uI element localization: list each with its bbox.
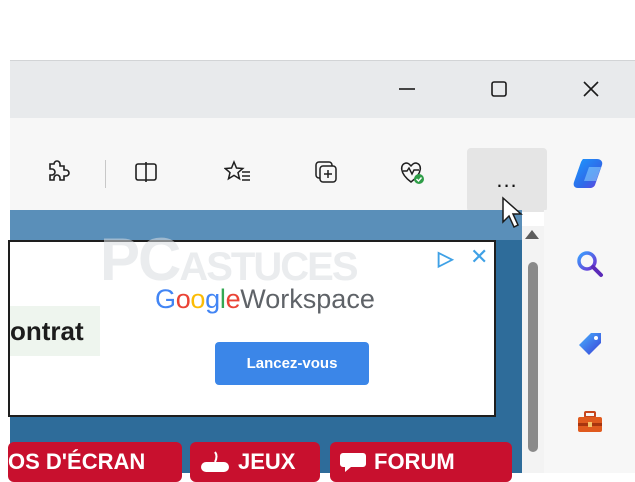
browser-essentials-icon [401, 162, 424, 184]
google-wordmark: Google [155, 284, 241, 314]
ad-close-button[interactable]: ✕ [470, 244, 488, 270]
nav-item-screenshots[interactable]: OS D'ÉCRAN [8, 442, 182, 482]
favorites-icon [224, 160, 250, 181]
gamepad-icon [201, 451, 229, 472]
sidebar-tools-button[interactable] [568, 400, 612, 444]
collections-icon [315, 161, 337, 183]
ad-cta-button[interactable]: Lancez-vous [215, 342, 369, 385]
extensions-button[interactable] [36, 150, 80, 194]
collections-button[interactable] [304, 150, 348, 194]
maximize-icon [491, 81, 507, 97]
desktop-background [0, 0, 635, 60]
more-icon: ... [496, 167, 518, 192]
toolbar-divider [105, 160, 106, 188]
nav-item-forum[interactable]: FORUM [330, 442, 512, 482]
close-window-button[interactable] [566, 62, 616, 116]
close-icon [583, 81, 599, 97]
nav-item-games[interactable]: JEUX [190, 442, 320, 482]
copilot-button[interactable] [566, 148, 616, 198]
copilot-icon [573, 159, 603, 188]
favorites-button[interactable] [216, 150, 260, 194]
maximize-button[interactable] [474, 62, 524, 116]
toolbox-icon [578, 411, 602, 432]
chat-bubble-icon [340, 453, 366, 472]
scrollbar-thumb[interactable] [528, 262, 538, 452]
search-icon [577, 251, 603, 277]
title-bar [10, 60, 635, 119]
ad-contract-text: ontrat [10, 306, 100, 356]
adchoices-icon[interactable]: ▷ [438, 246, 453, 271]
sidebar-shopping-button[interactable] [568, 322, 612, 366]
mouse-pointer-icon [500, 196, 528, 237]
ad-product-name: Workspace [240, 284, 375, 314]
minimize-button[interactable] [382, 62, 432, 116]
shopping-tag-icon [579, 333, 601, 355]
sidebar-search-button[interactable] [568, 242, 612, 286]
browser-essentials-button[interactable] [390, 150, 434, 194]
minimize-icon [399, 88, 415, 90]
split-screen-icon [135, 162, 157, 182]
puzzle-icon [49, 160, 70, 181]
split-screen-button[interactable] [124, 150, 168, 194]
ad-headline: Google Workspace [155, 284, 375, 315]
